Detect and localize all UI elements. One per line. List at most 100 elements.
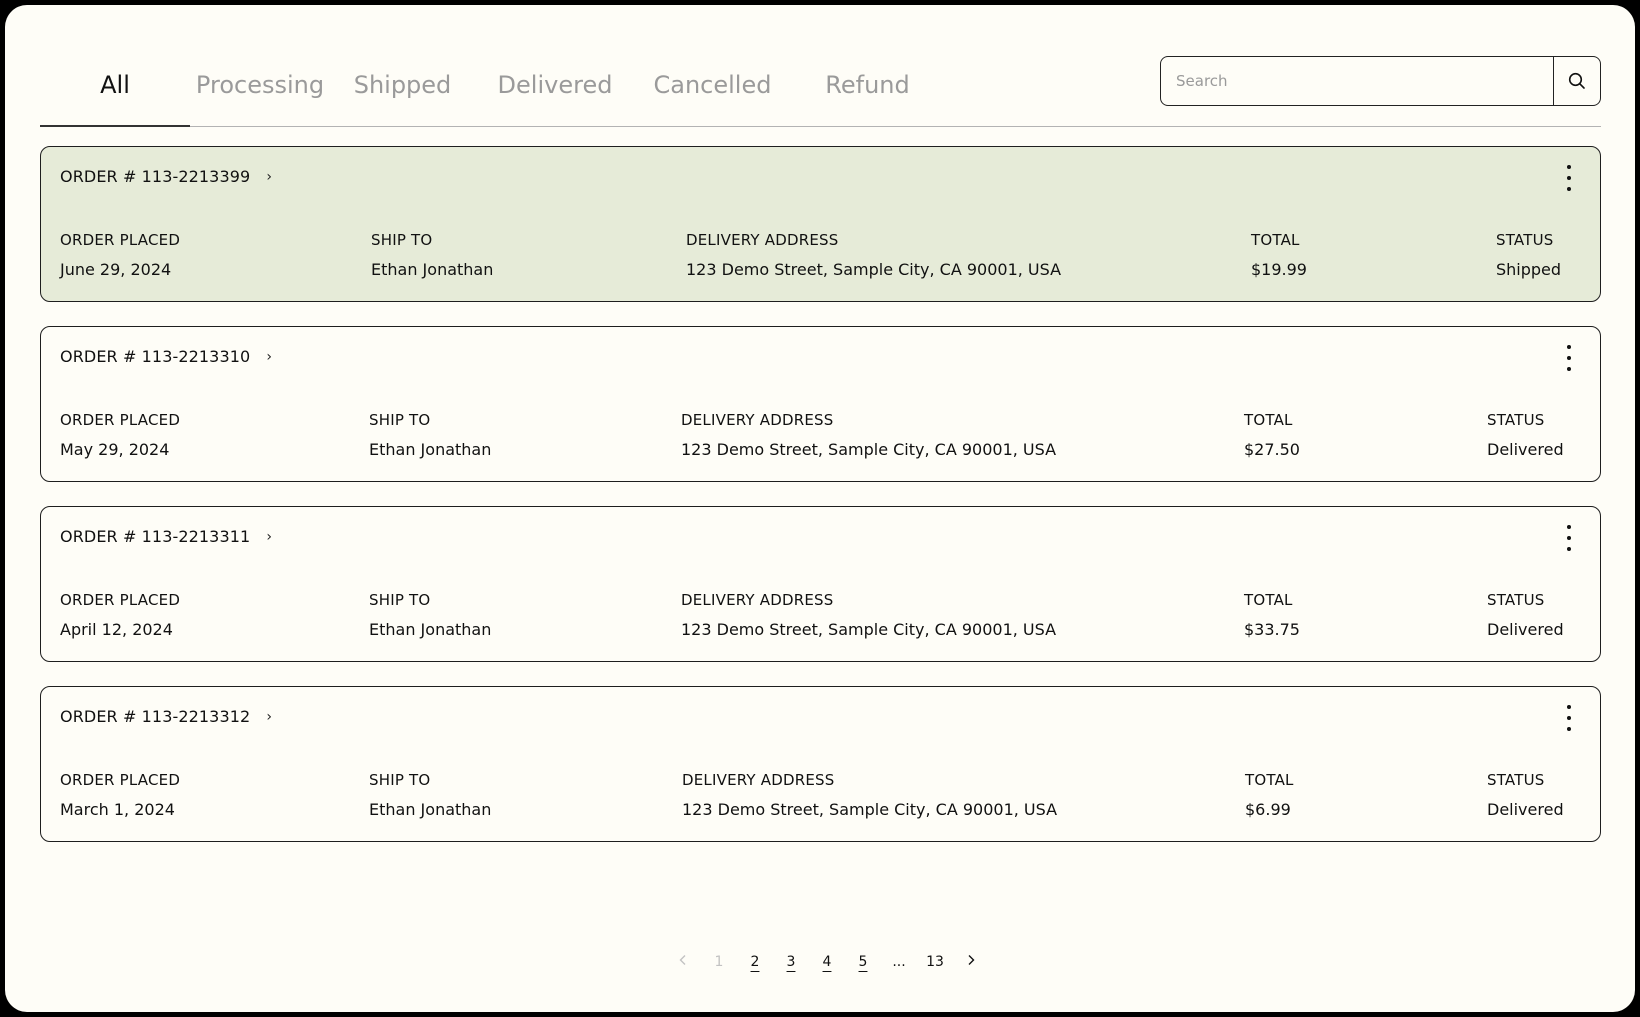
order-card[interactable]: ORDER # 113-2213310 › ORDER PLACED May 2… <box>40 326 1601 482</box>
kebab-dot-icon <box>1567 176 1571 180</box>
page-ellipsis: ... <box>892 954 906 970</box>
order-number-link[interactable]: ORDER # 113-2213399 › <box>60 167 272 186</box>
order-placed-value: March 1, 2024 <box>60 800 175 819</box>
kebab-dot-icon <box>1567 187 1571 191</box>
order-card[interactable]: ORDER # 113-2213312 › ORDER PLACED March… <box>40 686 1601 842</box>
search-box <box>1160 56 1601 106</box>
page-1-current: 1 <box>714 954 724 970</box>
order-placed-column: ORDER PLACED June 29, 2024 <box>60 231 180 279</box>
kebab-dot-icon <box>1567 705 1571 709</box>
total-label: TOTAL <box>1244 411 1293 429</box>
prev-page-button[interactable] <box>665 954 701 970</box>
total-label: TOTAL <box>1245 771 1294 789</box>
ship-to-label: SHIP TO <box>371 231 433 249</box>
order-number-link[interactable]: ORDER # 113-2213312 › <box>60 707 272 726</box>
ship-to-label: SHIP TO <box>369 591 431 609</box>
delivery-address-label: DELIVERY ADDRESS <box>681 411 834 429</box>
delivery-address-label: DELIVERY ADDRESS <box>681 591 834 609</box>
ship-to-column: SHIP TO Ethan Jonathan <box>371 231 493 279</box>
tab-cancelled[interactable]: Cancelled <box>650 61 775 127</box>
kebab-dot-icon <box>1567 356 1571 360</box>
page-2-link[interactable]: 2 <box>737 954 773 970</box>
tab-shipped[interactable]: Shipped <box>350 61 455 127</box>
more-options-button[interactable] <box>1562 345 1576 371</box>
delivery-address-column: DELIVERY ADDRESS 123 Demo Street, Sample… <box>682 771 1057 819</box>
search-button[interactable] <box>1553 57 1600 105</box>
ship-to-column: SHIP TO Ethan Jonathan <box>369 411 491 459</box>
ship-to-label: SHIP TO <box>369 771 431 789</box>
order-placed-label: ORDER PLACED <box>60 591 181 609</box>
ship-to-label: SHIP TO <box>369 411 431 429</box>
chevron-right-icon: › <box>266 168 272 185</box>
delivery-address-label: DELIVERY ADDRESS <box>682 771 835 789</box>
page-4-link[interactable]: 4 <box>809 954 845 970</box>
tab-delivered[interactable]: Delivered <box>495 61 615 127</box>
order-number-link[interactable]: ORDER # 113-2213311 › <box>60 527 272 546</box>
page-13-link[interactable]: 13 <box>917 954 953 970</box>
status-value: Shipped <box>1496 260 1562 279</box>
kebab-dot-icon <box>1567 547 1571 551</box>
status-value: Delivered <box>1487 440 1564 459</box>
search-input[interactable] <box>1161 57 1553 105</box>
order-placed-value: June 29, 2024 <box>60 260 172 279</box>
status-column: STATUS Delivered <box>1487 591 1564 639</box>
total-column: TOTAL $33.75 <box>1244 591 1300 639</box>
next-page-button[interactable] <box>953 954 989 970</box>
order-placed-column: ORDER PLACED March 1, 2024 <box>60 771 180 819</box>
total-value: $27.50 <box>1244 440 1300 459</box>
order-placed-value: May 29, 2024 <box>60 440 170 459</box>
tab-processing[interactable]: Processing <box>195 61 325 127</box>
total-value: $19.99 <box>1251 260 1307 279</box>
order-card[interactable]: ORDER # 113-2213399 › ORDER PLACED June … <box>40 146 1601 302</box>
search-icon <box>1568 72 1585 89</box>
page-5-link[interactable]: 5 <box>845 954 881 970</box>
order-number: ORDER # 113-2213312 <box>60 707 251 726</box>
status-column: STATUS Shipped <box>1496 231 1561 279</box>
tab-all[interactable]: All <box>40 61 190 127</box>
order-number-link[interactable]: ORDER # 113-2213310 › <box>60 347 272 366</box>
order-placed-label: ORDER PLACED <box>60 771 181 789</box>
tab-refund[interactable]: Refund <box>820 61 915 127</box>
total-value: $6.99 <box>1245 800 1291 819</box>
more-options-button[interactable] <box>1562 705 1576 731</box>
kebab-dot-icon <box>1567 525 1571 529</box>
delivery-address-value: 123 Demo Street, Sample City, CA 90001, … <box>681 620 1057 639</box>
kebab-dot-icon <box>1567 165 1571 169</box>
delivery-address-column: DELIVERY ADDRESS 123 Demo Street, Sample… <box>686 231 1061 279</box>
delivery-address-column: DELIVERY ADDRESS 123 Demo Street, Sample… <box>681 411 1056 459</box>
chevron-right-icon: › <box>266 348 272 365</box>
status-label: STATUS <box>1487 591 1545 609</box>
status-label: STATUS <box>1496 231 1554 249</box>
kebab-dot-icon <box>1567 536 1571 540</box>
order-placed-column: ORDER PLACED May 29, 2024 <box>60 411 180 459</box>
more-options-button[interactable] <box>1562 525 1576 551</box>
total-column: TOTAL $6.99 <box>1245 771 1294 819</box>
kebab-dot-icon <box>1567 367 1571 371</box>
ship-to-value: Ethan Jonathan <box>369 440 492 459</box>
order-card[interactable]: ORDER # 113-2213311 › ORDER PLACED April… <box>40 506 1601 662</box>
status-column: STATUS Delivered <box>1487 411 1564 459</box>
delivery-address-value: 123 Demo Street, Sample City, CA 90001, … <box>682 800 1058 819</box>
total-label: TOTAL <box>1251 231 1300 249</box>
kebab-dot-icon <box>1567 727 1571 731</box>
delivery-address-value: 123 Demo Street, Sample City, CA 90001, … <box>686 260 1062 279</box>
status-label: STATUS <box>1487 411 1545 429</box>
kebab-dot-icon <box>1567 716 1571 720</box>
ship-to-value: Ethan Jonathan <box>369 620 492 639</box>
order-placed-label: ORDER PLACED <box>60 411 181 429</box>
ship-to-column: SHIP TO Ethan Jonathan <box>369 771 491 819</box>
status-label: STATUS <box>1487 771 1545 789</box>
page-3-link[interactable]: 3 <box>773 954 809 970</box>
pagination: 1 2 3 4 5 ... 13 <box>665 950 989 974</box>
total-value: $33.75 <box>1244 620 1300 639</box>
ship-to-value: Ethan Jonathan <box>369 800 492 819</box>
order-placed-label: ORDER PLACED <box>60 231 181 249</box>
more-options-button[interactable] <box>1562 165 1576 191</box>
status-value: Delivered <box>1487 800 1564 819</box>
ship-to-column: SHIP TO Ethan Jonathan <box>369 591 491 639</box>
app-window: All Processing Shipped Delivered Cancell… <box>5 5 1635 1012</box>
status-value: Delivered <box>1487 620 1564 639</box>
total-column: TOTAL $19.99 <box>1251 231 1307 279</box>
delivery-address-value: 123 Demo Street, Sample City, CA 90001, … <box>681 440 1057 459</box>
chevron-right-icon: › <box>266 528 272 545</box>
